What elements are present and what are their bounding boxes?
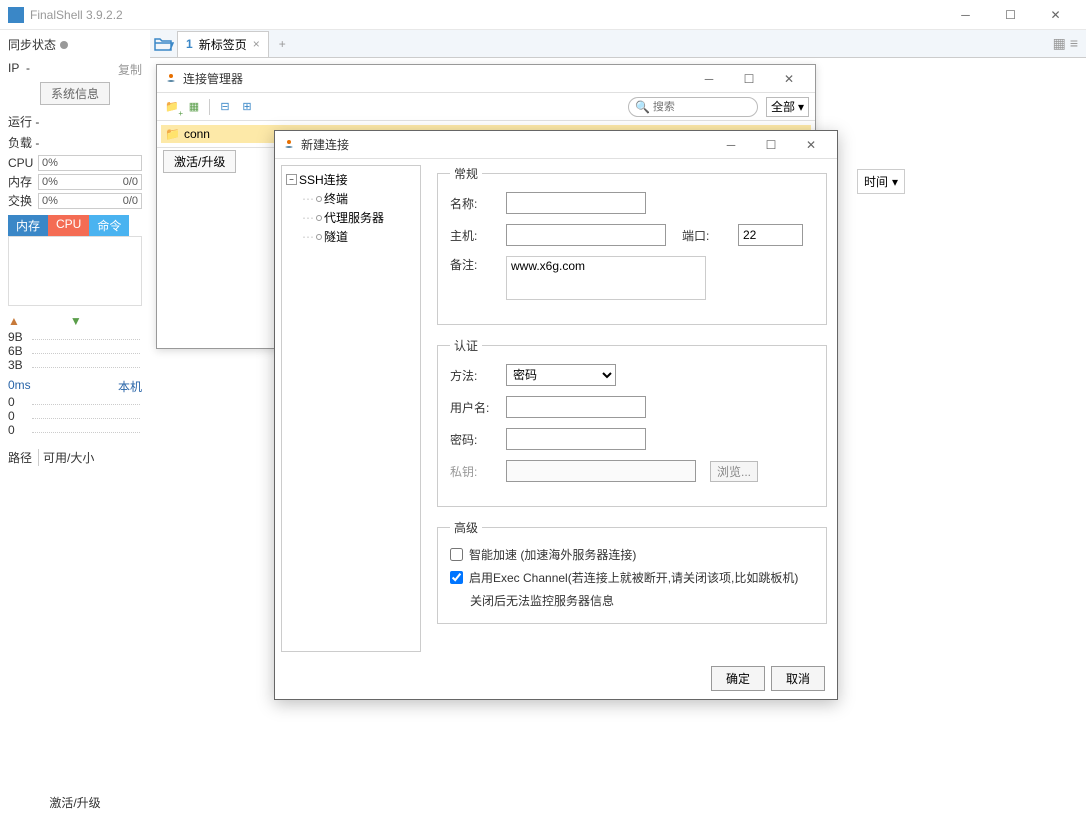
tab-add-button[interactable]: + xyxy=(269,37,296,51)
new-conn-close[interactable]: ✕ xyxy=(791,138,831,152)
app-icon xyxy=(8,7,24,23)
browse-button[interactable]: 浏览... xyxy=(710,461,758,482)
search-box[interactable]: 🔍 xyxy=(628,97,758,117)
ip-label: IP - xyxy=(8,61,30,78)
activate-button[interactable]: 激活/升级 xyxy=(163,150,236,173)
cpu-bar: 0% xyxy=(38,155,142,171)
grid-view-icon[interactable]: ▦ xyxy=(1053,35,1066,52)
smart-accel-label: 智能加速 (加速海外服务器连接) xyxy=(469,546,636,563)
private-key-input[interactable] xyxy=(506,460,696,482)
latency: 0ms xyxy=(8,378,31,395)
user-label: 用户名: xyxy=(450,399,500,416)
conn-mgr-close[interactable]: ✕ xyxy=(769,72,809,86)
advanced-legend: 高级 xyxy=(450,519,482,536)
conn-mgr-maximize[interactable]: ☐ xyxy=(729,72,769,86)
upload-arrow-icon: ▲ xyxy=(8,314,20,328)
exec-note: 关闭后无法监控服务器信息 xyxy=(450,592,814,609)
cancel-button[interactable]: 取消 xyxy=(771,666,825,691)
running-label: 运行 - xyxy=(8,113,39,130)
port-input[interactable] xyxy=(738,224,803,246)
name-label: 名称: xyxy=(450,195,500,212)
list-view-icon[interactable]: ≡ xyxy=(1070,35,1078,52)
general-legend: 常规 xyxy=(450,165,482,182)
sync-status: 同步状态 xyxy=(8,36,142,53)
smart-accel-checkbox[interactable] xyxy=(450,548,463,561)
advanced-fieldset: 高级 智能加速 (加速海外服务器连接) 启用Exec Channel(若连接上就… xyxy=(437,519,827,624)
new-folder-icon[interactable]: 📁+ xyxy=(163,98,181,116)
method-select[interactable]: 密码 xyxy=(506,364,616,386)
local-label: 本机 xyxy=(118,378,142,395)
search-input[interactable] xyxy=(653,101,751,113)
host-label: 主机: xyxy=(450,227,500,244)
name-input[interactable] xyxy=(506,192,646,214)
cpu-label: CPU xyxy=(8,156,38,170)
mem-bar: 0%0/0 xyxy=(38,174,142,190)
new-conn-minimize[interactable]: ─ xyxy=(711,138,751,152)
tab-memory[interactable]: 内存 xyxy=(8,215,48,236)
close-button[interactable]: ✕ xyxy=(1033,1,1078,29)
net-stats: 9B 6B 3B xyxy=(8,330,142,372)
avail-col: 可用/大小 xyxy=(43,449,100,466)
latency-stats: 0 0 0 xyxy=(8,395,142,437)
password-label: 密码: xyxy=(450,431,500,448)
swap-label: 交换 xyxy=(8,192,38,209)
auth-fieldset: 认证 方法: 密码 用户名: 密码: 私钥: xyxy=(437,337,827,507)
tree-ssh[interactable]: − SSH连接 xyxy=(286,170,416,189)
swap-bar: 0%0/0 xyxy=(38,193,142,209)
load-label: 负载 - xyxy=(8,134,39,151)
main-titlebar: FinalShell 3.9.2.2 ─ ☐ ✕ xyxy=(0,0,1086,30)
tree-terminal[interactable]: ⋯ 终端 xyxy=(286,189,416,208)
conn-mgr-minimize[interactable]: ─ xyxy=(689,72,729,86)
tab-command[interactable]: 命令 xyxy=(89,215,129,236)
new-conn-icon[interactable]: ▦ xyxy=(185,98,203,116)
expand-icon[interactable]: ⊞ xyxy=(238,98,256,116)
password-input[interactable] xyxy=(506,428,646,450)
tab-close-icon[interactable]: × xyxy=(253,37,260,51)
copy-link[interactable]: 复制 xyxy=(118,61,142,78)
java-icon xyxy=(163,71,179,87)
mem-label: 内存 xyxy=(8,173,38,190)
folder-open-icon[interactable] xyxy=(150,31,178,57)
tree-proxy[interactable]: ⋯ 代理服务器 xyxy=(286,208,416,227)
exec-channel-label: 启用Exec Channel(若连接上就被断开,请关闭该项,比如跳板机) xyxy=(469,569,798,586)
port-label: 端口: xyxy=(682,227,732,244)
new-connection-dialog: 新建连接 ─ ☐ ✕ − SSH连接 ⋯ 终端 ⋯ 代理服务器 ⋯ 隧道 xyxy=(274,130,838,700)
new-conn-title: 新建连接 xyxy=(301,136,711,153)
tab-label: 新标签页 xyxy=(199,36,247,53)
general-fieldset: 常规 名称: 主机: 端口: 备注: xyxy=(437,165,827,325)
collapse-icon[interactable]: ⊟ xyxy=(216,98,234,116)
tab-number: 1 xyxy=(186,37,193,51)
ok-button[interactable]: 确定 xyxy=(711,666,765,691)
auth-legend: 认证 xyxy=(450,337,482,354)
method-label: 方法: xyxy=(450,367,500,384)
maximize-button[interactable]: ☐ xyxy=(988,1,1033,29)
process-list xyxy=(8,236,142,306)
connection-type-tree: − SSH连接 ⋯ 终端 ⋯ 代理服务器 ⋯ 隧道 xyxy=(281,165,421,652)
download-arrow-icon: ▼ xyxy=(70,314,82,328)
path-col: 路径 xyxy=(8,449,39,466)
sysinfo-button[interactable]: 系统信息 xyxy=(40,82,110,105)
conn-mgr-title: 连接管理器 xyxy=(183,70,689,87)
activate-link[interactable]: 激活/升级 xyxy=(8,788,142,817)
minimize-button[interactable]: ─ xyxy=(943,1,988,29)
exec-channel-checkbox[interactable] xyxy=(450,571,463,584)
app-title: FinalShell 3.9.2.2 xyxy=(30,8,943,22)
folder-icon: 📁 xyxy=(165,127,180,141)
new-conn-maximize[interactable]: ☐ xyxy=(751,138,791,152)
user-input[interactable] xyxy=(506,396,646,418)
tab-main[interactable]: 1 新标签页 × xyxy=(177,31,269,57)
tab-bar: 1 新标签页 × + ▦ ≡ xyxy=(150,30,1086,58)
note-textarea[interactable] xyxy=(506,256,706,300)
tree-tunnel[interactable]: ⋯ 隧道 xyxy=(286,227,416,246)
sidebar: 同步状态 IP - 复制 系统信息 运行 - 负载 - CPU 0% 内存 0%… xyxy=(0,30,150,823)
java-icon xyxy=(281,137,297,153)
time-dropdown[interactable]: 时间▾ xyxy=(857,169,905,194)
private-key-label: 私钥: xyxy=(450,463,500,480)
search-icon: 🔍 xyxy=(635,100,650,114)
tab-cpu[interactable]: CPU xyxy=(48,215,89,236)
collapse-toggle-icon[interactable]: − xyxy=(286,174,297,185)
filter-dropdown[interactable]: 全部▾ xyxy=(766,97,809,117)
note-label: 备注: xyxy=(450,256,500,273)
host-input[interactable] xyxy=(506,224,666,246)
